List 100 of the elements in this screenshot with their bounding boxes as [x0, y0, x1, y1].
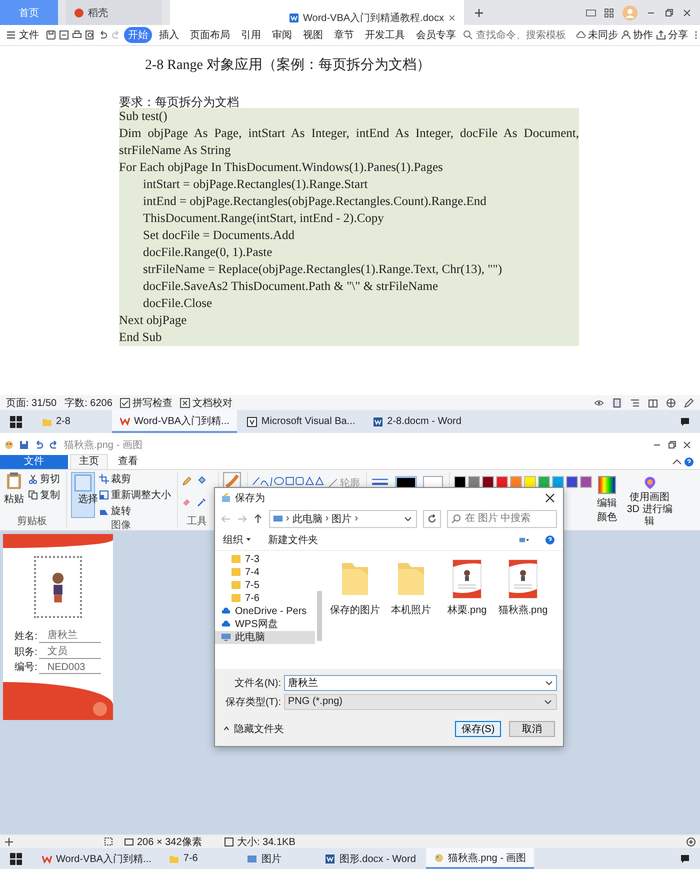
globe-icon[interactable] — [666, 398, 676, 408]
shapes-icon[interactable] — [252, 476, 324, 486]
color-swatch[interactable] — [524, 476, 536, 488]
refresh-icon[interactable] — [423, 510, 441, 528]
eye-icon[interactable] — [594, 398, 604, 408]
taskbar-item[interactable]: 2-8 — [34, 410, 110, 433]
navigation-item[interactable]: 此电脑 — [215, 630, 315, 644]
ribbon-tab[interactable]: 页面布局 — [186, 27, 234, 43]
hide-folders-toggle[interactable]: 隐藏文件夹 — [223, 722, 284, 736]
preview-icon[interactable] — [85, 30, 95, 40]
navigation-item[interactable]: 7-5 — [215, 578, 315, 592]
navigation-item[interactable]: 7-3 — [215, 552, 315, 566]
sync-button[interactable]: 未同步 — [576, 28, 618, 42]
cut-button[interactable]: 剪切 — [28, 472, 60, 486]
print-icon[interactable] — [72, 30, 82, 40]
taskbar-item[interactable]: 7-6 — [161, 848, 238, 869]
zoom-in-icon[interactable] — [686, 836, 696, 846]
collaborate-button[interactable]: 协作 — [621, 28, 653, 42]
book-view-icon[interactable] — [648, 398, 658, 408]
file-name-field[interactable]: 唐秋兰 — [284, 674, 557, 691]
new-folder-button[interactable]: 新建文件夹 — [268, 532, 318, 547]
share-button[interactable]: 分享 — [656, 28, 688, 42]
export-icon[interactable] — [59, 30, 69, 40]
address-bar[interactable]: › 此电脑 › 图片 › — [269, 510, 417, 528]
page-view-icon[interactable] — [612, 398, 622, 408]
notification-icon[interactable] — [680, 416, 690, 426]
start-icon[interactable] — [10, 416, 22, 428]
navigation-item[interactable]: 7-6 — [215, 592, 315, 605]
ribbon-tab[interactable]: 开发工具 — [361, 27, 409, 43]
start-icon[interactable] — [10, 852, 22, 864]
redo-icon[interactable] — [49, 440, 59, 450]
document-tab[interactable]: 稻壳 — [66, 0, 162, 25]
resize-button[interactable]: 重新调整大小 — [99, 488, 171, 502]
paste-button[interactable]: 粘贴 — [4, 472, 24, 514]
navigation-item[interactable]: OneDrive - Pers — [215, 604, 315, 618]
add-tab-icon[interactable] — [474, 8, 484, 18]
notification-icon[interactable] — [680, 854, 690, 864]
ribbon-tab[interactable]: 插入 — [155, 27, 183, 43]
save-button[interactable]: 保存(S) — [455, 720, 501, 737]
folder-search-field[interactable]: 在 图片 中搜索 — [447, 510, 557, 528]
ribbon-tab[interactable]: 文件 — [0, 454, 68, 469]
color-picker-icon[interactable] — [197, 497, 207, 508]
organize-button[interactable]: 组织 — [223, 532, 252, 547]
select-button[interactable]: 选择 — [71, 472, 95, 518]
color-swatch[interactable] — [468, 476, 480, 488]
ribbon-tab[interactable]: 章节 — [330, 27, 358, 43]
file-item[interactable]: 猫秋燕.png — [497, 558, 549, 661]
layout-icon[interactable] — [586, 8, 596, 18]
copy-button[interactable]: 复制 — [28, 488, 60, 502]
taskbar-item[interactable]: Microsoft Visual Ba... — [239, 410, 364, 433]
ribbon-tab[interactable]: 视图 — [299, 27, 327, 43]
paint-3d-button[interactable]: 使用画图 3D 进行编辑 — [622, 472, 677, 528]
color-swatch[interactable] — [552, 476, 564, 488]
ribbon-tab[interactable]: 开始 — [124, 27, 152, 43]
taskbar-item[interactable]: 2-8.docm - Word — [365, 410, 470, 433]
file-type-dropdown[interactable]: PNG (*.png) — [284, 694, 557, 710]
spell-check-button[interactable]: 拼写检查 — [120, 396, 172, 410]
navigation-item[interactable]: WPS网盘 — [215, 618, 315, 631]
close-icon[interactable] — [682, 440, 692, 450]
grid-icon[interactable] — [604, 8, 614, 18]
color-swatch[interactable] — [482, 476, 494, 488]
taskbar-item[interactable]: 图片 — [239, 848, 316, 869]
command-search-field[interactable]: 查找命令、搜索模板 — [476, 30, 570, 40]
color-swatch[interactable] — [510, 476, 522, 488]
taskbar-item[interactable]: 图形.docx - Word — [317, 848, 424, 869]
help-icon[interactable] — [545, 534, 555, 545]
outline-view-icon[interactable] — [630, 398, 640, 408]
color-swatch[interactable] — [496, 476, 508, 488]
rotate-button[interactable]: 旋转 — [99, 504, 171, 518]
close-icon[interactable] — [682, 8, 692, 18]
undo-icon[interactable] — [98, 30, 108, 40]
undo-icon[interactable] — [34, 440, 44, 450]
edit-colors-button[interactable]: 编辑颜色 — [596, 472, 618, 528]
taskbar-item[interactable]: Word-VBA入门到精... — [34, 848, 160, 869]
ribbon-tab[interactable]: 会员专享 — [412, 27, 460, 43]
collapse-icon[interactable] — [672, 456, 682, 467]
path-segment[interactable]: 图片 — [332, 512, 352, 526]
path-segment[interactable]: 此电脑 — [292, 512, 322, 526]
ribbon-tab[interactable]: 主页 — [70, 454, 108, 470]
ribbon-tab[interactable]: 审阅 — [268, 27, 296, 43]
restore-icon[interactable] — [667, 440, 677, 450]
help-icon[interactable] — [684, 456, 694, 467]
close-icon[interactable] — [545, 492, 555, 503]
file-item[interactable]: 保存的图片 — [329, 558, 381, 661]
restore-icon[interactable] — [664, 8, 674, 18]
menu-icon[interactable] — [6, 30, 16, 40]
navigation-item[interactable]: 7-4 — [215, 566, 315, 579]
file-menu[interactable]: 文件 — [19, 28, 39, 42]
taskbar-item[interactable]: Word-VBA入门到精... — [112, 410, 238, 433]
crop-button[interactable]: 裁剪 — [99, 472, 171, 486]
document-tab[interactable]: Word-VBA入门到精通教程.docx — [170, 0, 464, 25]
proofread-button[interactable]: 文档校对 — [180, 396, 232, 410]
pen-icon[interactable] — [684, 398, 694, 408]
color-swatch[interactable] — [566, 476, 578, 488]
pencil-icon[interactable] — [182, 476, 192, 486]
fill-bucket-icon[interactable] — [197, 476, 207, 486]
color-swatch[interactable] — [454, 476, 466, 488]
color-swatch[interactable] — [580, 476, 592, 488]
cancel-button[interactable]: 取消 — [509, 720, 555, 737]
save-icon[interactable] — [19, 440, 29, 450]
